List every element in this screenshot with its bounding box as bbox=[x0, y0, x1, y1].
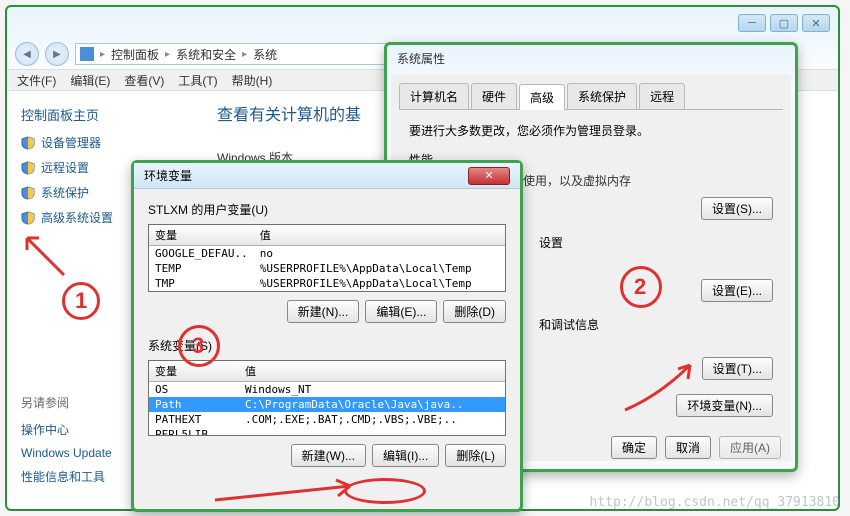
system-variables-group: 系统变量(S) 变量值 OSWindows_NT PathC:\ProgramD… bbox=[148, 337, 506, 467]
sidebar-link-device-manager[interactable]: 设备管理器 bbox=[21, 134, 193, 151]
sys-vars-label: 系统变量(S) bbox=[148, 337, 506, 354]
apply-button[interactable]: 应用(A) bbox=[719, 436, 781, 459]
ok-button[interactable]: 确定 bbox=[611, 436, 657, 459]
user-variables-group: STLXM 的用户变量(U) 变量值 GOOGLE_DEFAU..no TEMP… bbox=[148, 201, 506, 323]
menu-help[interactable]: 帮助(H) bbox=[232, 72, 273, 89]
environment-variables-button[interactable]: 环境变量(N)... bbox=[676, 394, 773, 417]
sidebar-item-label: 远程设置 bbox=[41, 159, 89, 176]
user-delete-button[interactable]: 删除(D) bbox=[443, 300, 506, 323]
dialog-buttons: 确定 取消 应用(A) bbox=[611, 436, 781, 459]
shield-icon bbox=[21, 186, 35, 200]
col-value[interactable]: 值 bbox=[254, 225, 505, 246]
sys-new-button[interactable]: 新建(W)... bbox=[291, 444, 366, 467]
system-vars-table[interactable]: 变量值 OSWindows_NT PathC:\ProgramData\Orac… bbox=[148, 360, 506, 436]
watermark: http://blog.csdn.net/qq_37913810 bbox=[590, 495, 840, 510]
menu-edit[interactable]: 编辑(E) bbox=[70, 72, 110, 89]
table-row[interactable]: TMP%USERPROFILE%\AppData\Local\Temp bbox=[149, 276, 505, 291]
shield-icon bbox=[21, 161, 35, 175]
control-panel-icon bbox=[80, 47, 94, 61]
tab-strip: 计算机名 硬件 高级 系统保护 远程 bbox=[399, 83, 783, 110]
menu-tools[interactable]: 工具(T) bbox=[178, 72, 217, 89]
user-edit-button[interactable]: 编辑(E)... bbox=[365, 300, 437, 323]
user-new-button[interactable]: 新建(N)... bbox=[287, 300, 360, 323]
table-row[interactable]: OSWindows_NT bbox=[149, 382, 505, 398]
sys-edit-button[interactable]: 编辑(I)... bbox=[372, 444, 439, 467]
table-row[interactable]: GOOGLE_DEFAU..no bbox=[149, 246, 505, 262]
sidebar-item-label: 设备管理器 bbox=[41, 134, 101, 151]
userprofile-section-title: 设置 bbox=[539, 234, 773, 251]
maximize-button[interactable]: ▢ bbox=[770, 14, 798, 32]
startup-section-title: 和调试信息 bbox=[539, 316, 773, 333]
table-row[interactable]: TEMP%USERPROFILE%\AppData\Local\Temp bbox=[149, 261, 505, 276]
performance-settings-button[interactable]: 设置(S)... bbox=[701, 197, 773, 220]
dialog-title: 系统属性 bbox=[387, 45, 795, 71]
menu-view[interactable]: 查看(V) bbox=[124, 72, 164, 89]
col-variable[interactable]: 变量 bbox=[149, 361, 239, 382]
sys-delete-button[interactable]: 删除(L) bbox=[445, 444, 506, 467]
sidebar-title: 控制面板主页 bbox=[21, 105, 193, 124]
breadcrumb-item[interactable]: 控制面板 bbox=[111, 46, 159, 63]
tab-system-protection[interactable]: 系统保护 bbox=[567, 83, 637, 109]
admin-text: 要进行大多数更改，您必须作为管理员登录。 bbox=[409, 122, 773, 139]
userprofile-settings-button[interactable]: 设置(E)... bbox=[701, 279, 773, 302]
tab-computer-name[interactable]: 计算机名 bbox=[399, 83, 469, 109]
tab-advanced[interactable]: 高级 bbox=[519, 84, 565, 110]
table-row-selected[interactable]: PathC:\ProgramData\Oracle\Java\java.. bbox=[149, 397, 505, 412]
window-buttons: ─ ▢ ✕ bbox=[738, 14, 830, 32]
menu-file[interactable]: 文件(F) bbox=[17, 72, 56, 89]
shield-icon bbox=[21, 136, 35, 150]
sidebar-item-label: 系统保护 bbox=[41, 184, 89, 201]
title-bar: ─ ▢ ✕ bbox=[7, 7, 838, 39]
breadcrumb-item[interactable]: 系统 bbox=[253, 46, 277, 63]
breadcrumb-item[interactable]: 系统和安全 bbox=[176, 46, 236, 63]
close-button[interactable]: ✕ bbox=[468, 167, 510, 185]
forward-button[interactable]: ▶ bbox=[45, 42, 69, 66]
main-heading: 查看有关计算机的基 bbox=[217, 101, 361, 125]
tab-hardware[interactable]: 硬件 bbox=[471, 83, 517, 109]
minimize-button[interactable]: ─ bbox=[738, 14, 766, 32]
cancel-button[interactable]: 取消 bbox=[665, 436, 711, 459]
sidebar-item-label: 高级系统设置 bbox=[41, 209, 113, 226]
table-row[interactable]: PERL5LIB bbox=[149, 427, 505, 436]
col-variable[interactable]: 变量 bbox=[149, 225, 254, 246]
tab-remote[interactable]: 远程 bbox=[639, 83, 685, 109]
envvars-title-text: 环境变量 bbox=[144, 167, 192, 184]
col-value[interactable]: 值 bbox=[239, 361, 505, 382]
startup-settings-button[interactable]: 设置(T)... bbox=[702, 357, 773, 380]
close-button[interactable]: ✕ bbox=[802, 14, 830, 32]
back-button[interactable]: ◀ bbox=[15, 42, 39, 66]
user-vars-table[interactable]: 变量值 GOOGLE_DEFAU..no TEMP%USERPROFILE%\A… bbox=[148, 224, 506, 292]
dialog-title: 环境变量 ✕ bbox=[134, 163, 520, 189]
environment-variables-dialog: 环境变量 ✕ STLXM 的用户变量(U) 变量值 GOOGLE_DEFAU..… bbox=[131, 160, 523, 512]
table-row[interactable]: PATHEXT.COM;.EXE;.BAT;.CMD;.VBS;.VBE;.. bbox=[149, 412, 505, 427]
shield-icon bbox=[21, 211, 35, 225]
user-vars-label: STLXM 的用户变量(U) bbox=[148, 201, 506, 218]
